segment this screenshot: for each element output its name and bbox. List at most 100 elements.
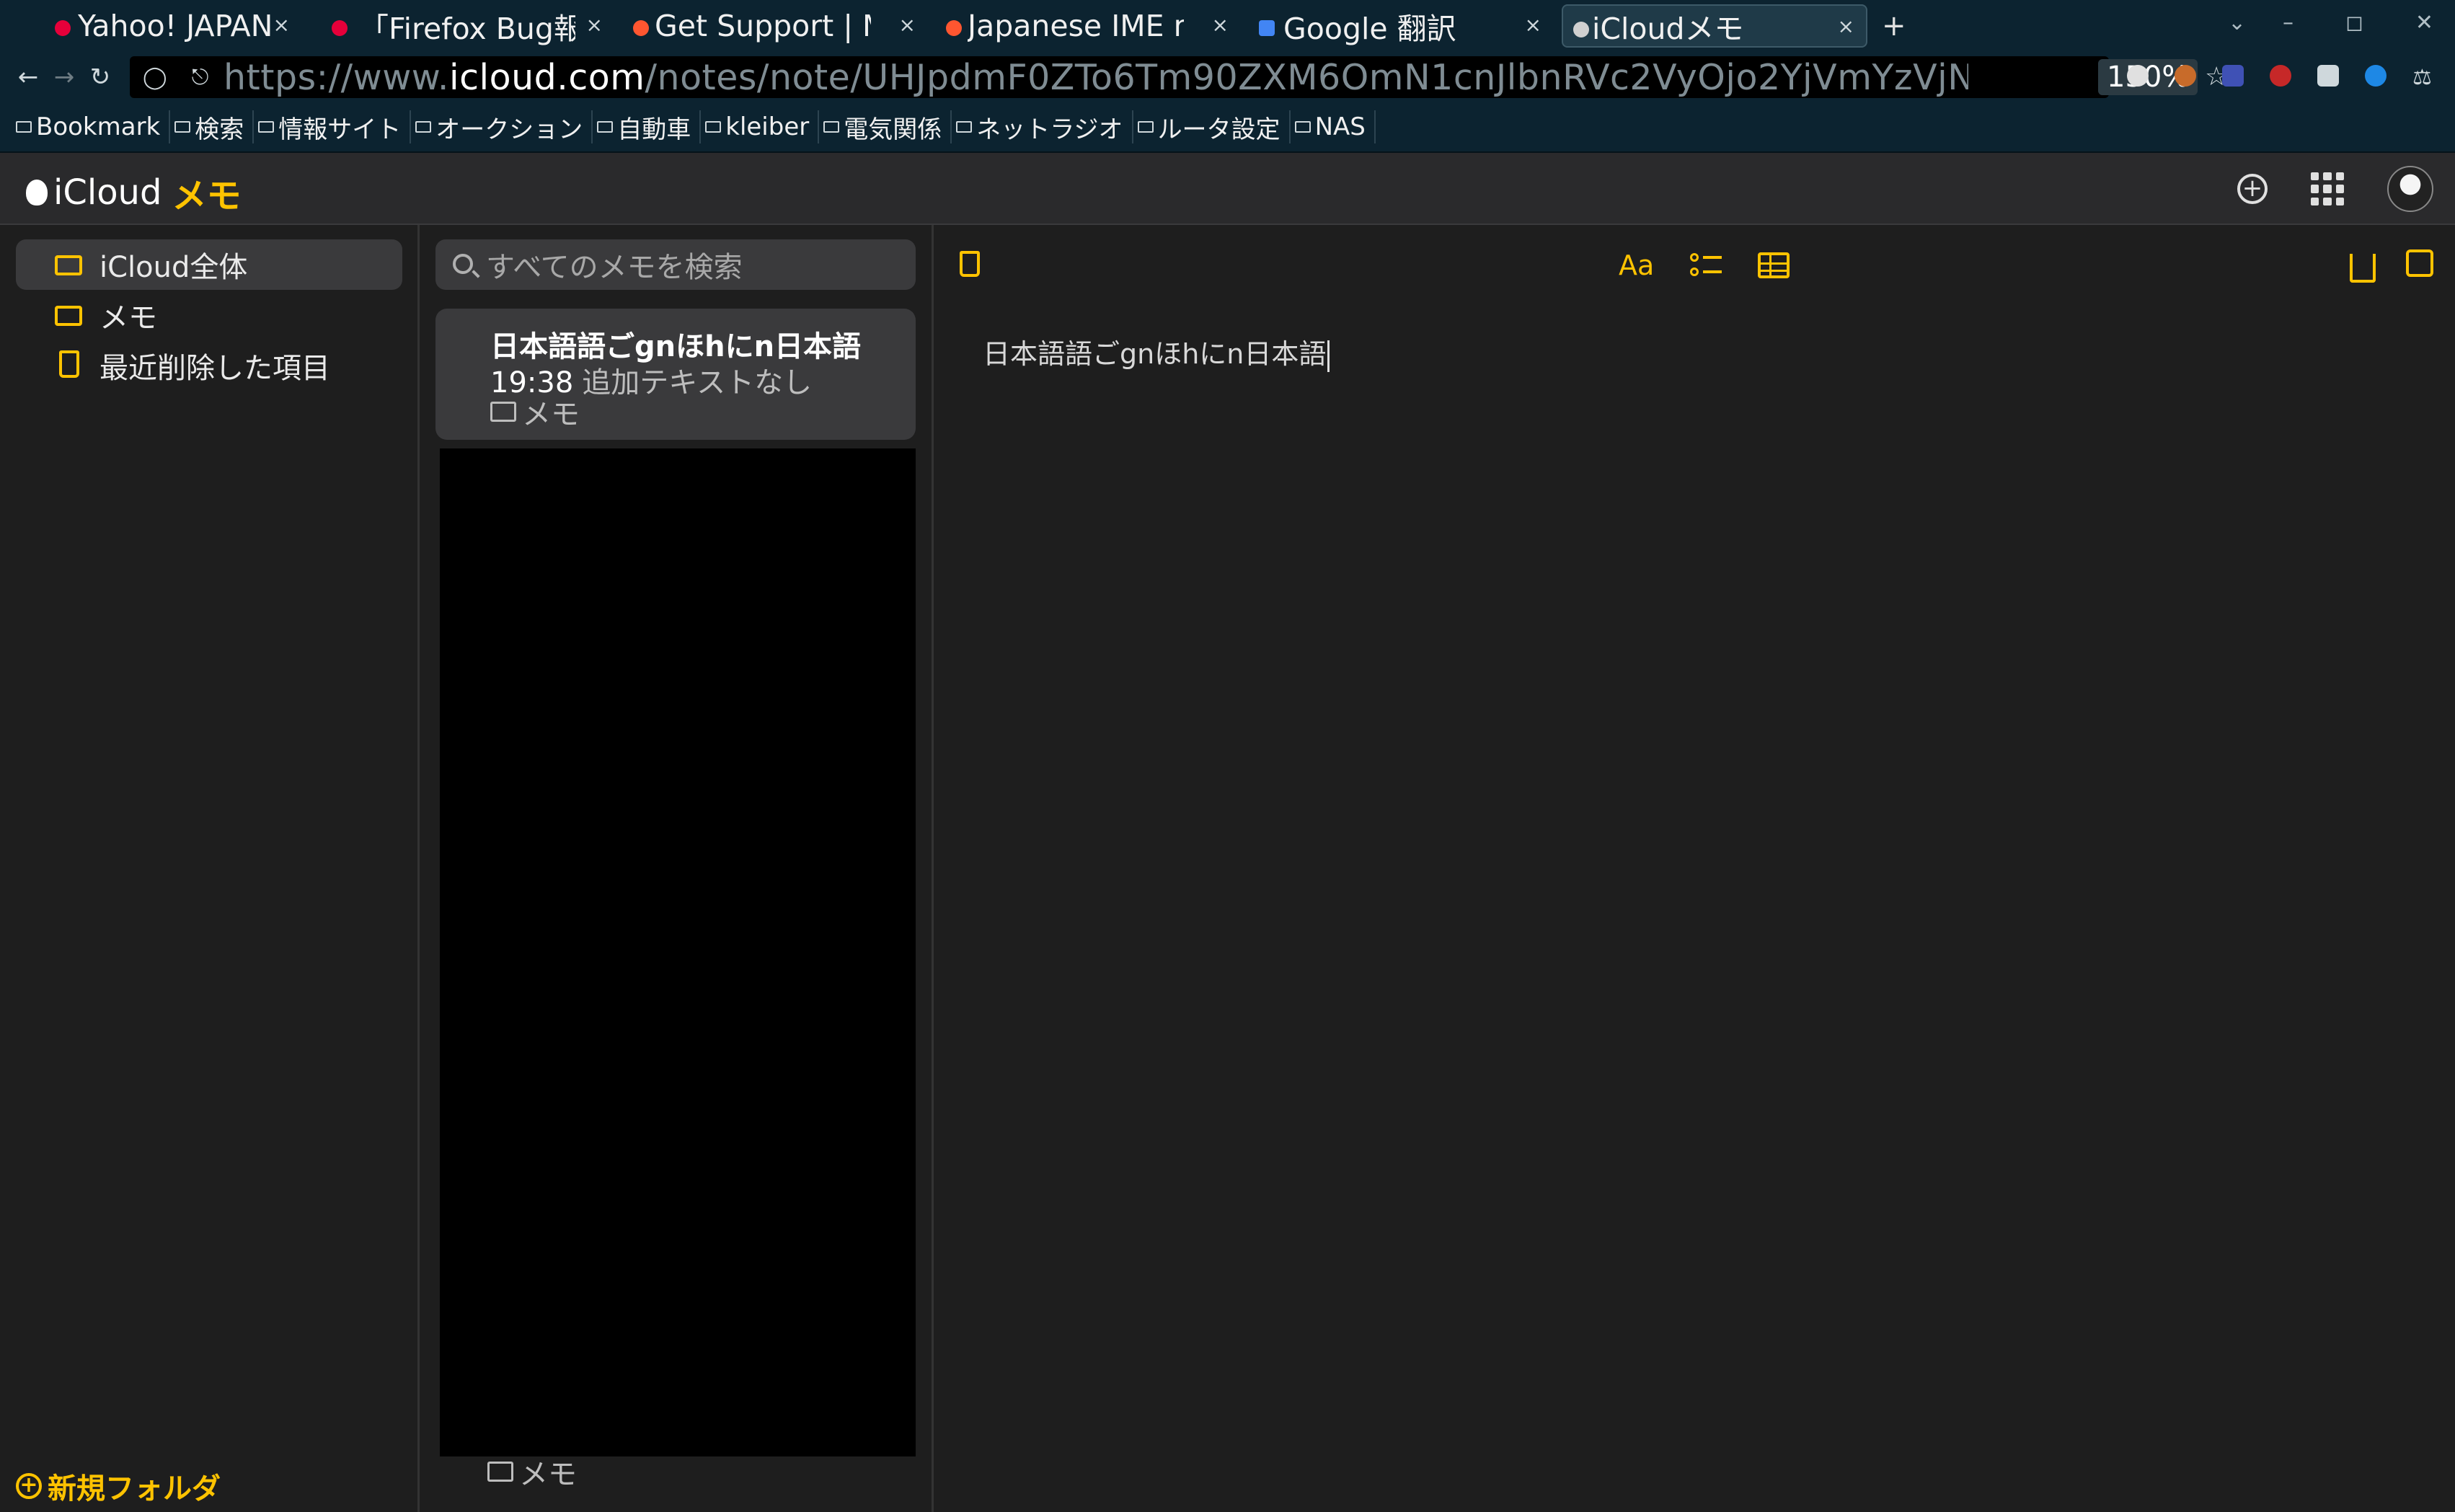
search-placeholder: すべてのメモを検索: [486, 251, 743, 284]
url-host: icloud.com: [448, 56, 645, 98]
sidebar-item-recently-deleted[interactable]: 最近削除した項目: [16, 340, 402, 391]
folders-sidebar: iCloud全体 メモ 最近削除した項目: [0, 225, 420, 1512]
minimize-icon[interactable]: –: [2283, 10, 2293, 35]
extension-icon[interactable]: [2175, 65, 2196, 87]
sidebar-item-notes[interactable]: メモ: [16, 290, 402, 340]
extension-icon[interactable]: [2270, 65, 2291, 87]
tab-close-icon[interactable]: ×: [1838, 14, 1854, 38]
folder-icon: [597, 121, 614, 133]
tab-yahoo[interactable]: Yahoo! JAPAN ×: [0, 4, 310, 48]
shield-icon[interactable]: ◯: [143, 65, 167, 90]
bookmark-folder[interactable]: kleiber: [701, 110, 820, 143]
extensions-puzzle-icon[interactable]: ⚖: [2412, 65, 2434, 90]
tab-firefox-bug[interactable]: 「Firefox Bug報告 ×: [310, 4, 623, 48]
tab-icloud-notes[interactable]: iCloudメモ ×: [1562, 4, 1867, 48]
bookmark-label: 検索: [195, 115, 244, 144]
extension-icon[interactable]: [2365, 65, 2387, 87]
new-folder-button[interactable]: + 新規フォルダ: [16, 1465, 221, 1507]
app-launcher-grid-icon[interactable]: [2311, 172, 2344, 205]
folder-icon: [1294, 121, 1311, 133]
apple-logo-icon: [26, 180, 48, 205]
tab-title: Yahoo! JAPAN: [78, 9, 273, 43]
extension-icon[interactable]: [2127, 65, 2149, 87]
bookmark-folder[interactable]: ルータ設定: [1133, 110, 1291, 144]
tab-google-translate[interactable]: Google 翻訳 ×: [1249, 4, 1562, 48]
bookmark-folder[interactable]: オークション: [411, 110, 593, 144]
list-item[interactable]: 日本語語ごgnほhにn日本語 19:38 追加テキストなし メモ: [435, 309, 916, 440]
sidebar-item-label: 最近削除した項目: [99, 352, 330, 385]
redacted-area: [440, 448, 916, 1456]
bookmark-label: 情報サイト: [278, 115, 402, 144]
text-caret: [1327, 340, 1330, 372]
apple-favicon-icon: [1573, 22, 1589, 37]
bookmark-folder[interactable]: 電気関係: [819, 110, 952, 144]
search-input[interactable]: すべてのメモを検索: [435, 239, 916, 290]
bookmark-label: オークション: [435, 115, 583, 144]
url-prefix: https://www.: [224, 56, 449, 98]
tab-close-icon[interactable]: ×: [899, 13, 916, 37]
close-window-icon[interactable]: ✕: [2415, 10, 2433, 35]
back-arrow-icon[interactable]: ←: [10, 63, 46, 92]
url-text[interactable]: https://www.icloud.com/notes/note/UHJpdm…: [224, 57, 1968, 98]
reload-icon[interactable]: ↻: [82, 63, 118, 92]
folder-icon: [55, 255, 82, 275]
forward-arrow-icon[interactable]: →: [46, 63, 82, 92]
folder-icon: [258, 121, 275, 133]
trash-icon: [59, 350, 79, 378]
tab-japanese-ime[interactable]: Japanese IME ma ×: [936, 4, 1249, 48]
bookmark-folder[interactable]: ネットラジオ: [952, 110, 1133, 144]
bookmark-label: ルータ設定: [1157, 115, 1280, 144]
folder-icon: [1137, 121, 1154, 133]
note-content: 日本語語ごgnほhにn日本語: [983, 338, 1327, 370]
folder-icon: [415, 121, 432, 133]
table-icon[interactable]: [1758, 252, 1790, 278]
tab-close-icon[interactable]: ×: [586, 13, 603, 37]
folder-icon: [55, 306, 82, 326]
extension-icon[interactable]: [2317, 65, 2339, 87]
checklist-icon[interactable]: [1690, 252, 1722, 279]
sidebar-item-icloud-all[interactable]: iCloud全体: [16, 239, 402, 290]
tab-close-icon[interactable]: ×: [1212, 13, 1229, 37]
bookmarks-bar: Bookmark 検索 情報サイト オークション 自動車 kleiber 電気関…: [0, 102, 2455, 153]
avatar[interactable]: [2387, 166, 2433, 212]
compose-note-icon[interactable]: [2406, 249, 2433, 277]
bookmark-folder[interactable]: Bookmark: [12, 110, 171, 143]
browser-tab-strip: Yahoo! JAPAN × 「Firefox Bug報告 × Get Supp…: [0, 0, 2455, 52]
bookmark-folder[interactable]: NAS: [1291, 110, 1376, 143]
extension-icon[interactable]: [2222, 65, 2244, 87]
extensions-toolbar: ⚖ ≡: [2127, 65, 2455, 90]
new-folder-label: 新規フォルダ: [48, 1472, 221, 1506]
bookmark-label: kleiber: [725, 112, 810, 141]
notes-list: すべてのメモを検索 日本語語ごgnほhにn日本語 19:38 追加テキストなし メ…: [420, 225, 934, 1512]
bookmark-label: Bookmark: [36, 112, 161, 141]
tab-title: Japanese IME ma: [968, 9, 1184, 43]
app-name: メモ: [172, 176, 242, 216]
bookmark-folder[interactable]: 自動車: [593, 110, 702, 144]
add-circle-icon: +: [16, 1473, 42, 1499]
maximize-icon[interactable]: ◻: [2345, 10, 2363, 35]
add-circle-icon[interactable]: +: [2237, 174, 2268, 204]
app-brand[interactable]: iCloud メモ: [26, 167, 241, 218]
new-tab-button[interactable]: +: [1882, 9, 1906, 43]
note-folder-label: メモ: [522, 398, 580, 431]
folder-icon: [956, 121, 973, 133]
bookmark-folder[interactable]: 検索: [170, 110, 255, 144]
tab-close-icon[interactable]: ×: [1525, 13, 1541, 37]
tab-close-icon[interactable]: ×: [273, 13, 290, 37]
note-body[interactable]: 日本語語ごgnほhにn日本語: [983, 332, 1330, 372]
tab-get-support[interactable]: Get Support | Mo ×: [623, 4, 936, 48]
folder-icon: [705, 121, 722, 133]
bookmark-folder[interactable]: 情報サイト: [254, 110, 412, 144]
brand-text: iCloud: [53, 172, 162, 213]
note-editor: Aa 日本語語ごgnほhにn日本語: [934, 225, 2455, 1512]
lock-icon[interactable]: ⎋: [192, 65, 209, 90]
delete-note-trash-icon[interactable]: [960, 251, 980, 277]
format-text-button[interactable]: Aa: [1619, 249, 1654, 281]
tab-title: Google 翻訳: [1283, 12, 1456, 46]
share-icon[interactable]: [2350, 254, 2376, 283]
bookmark-label: 電気関係: [844, 115, 942, 144]
url-bar[interactable]: ◯ ⎋ https://www.icloud.com/notes/note/UH…: [130, 56, 2228, 98]
header-actions: +: [2237, 166, 2433, 212]
tab-list-chevron-icon[interactable]: ⌄: [2228, 10, 2246, 35]
url-path: /notes/note/UHJpdmF0ZTo6Tm90ZXM6OmN1cnJl…: [645, 56, 1969, 98]
